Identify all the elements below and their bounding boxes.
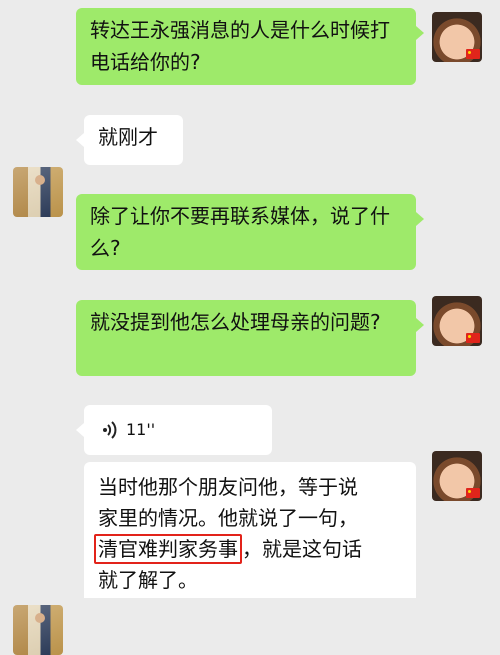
voice-message-bubble[interactable]: 11'' [76, 405, 272, 455]
message-line: 清官难判家务事 ，就是这句话 [94, 534, 402, 565]
message-line: 当时他那个朋友问他，等于说 [98, 475, 358, 499]
china-flag-icon [466, 488, 480, 498]
message-bubble-sent[interactable]: 就没提到他怎么处理母亲的问题? [76, 300, 424, 376]
sender-avatar[interactable] [432, 296, 482, 346]
china-flag-icon [466, 49, 480, 59]
highlighted-phrase: 清官难判家务事 [94, 534, 242, 564]
message-bubble-sent[interactable]: 除了让你不要再联系媒体，说了什么? [76, 194, 424, 270]
receiver-avatar[interactable] [13, 167, 63, 217]
message-bubble-sent[interactable]: 转达王永强消息的人是什么时候打电话给你的? [76, 8, 424, 85]
chat-window: 转达王永强消息的人是什么时候打电话给你的? 就刚才 除了让你不要再联系媒体，说了… [0, 0, 500, 655]
message-line: 家里的情况。他就说了一句， [98, 506, 358, 530]
message-line-continuation: ，就是这句话 [242, 537, 362, 561]
voice-duration: 11'' [126, 420, 156, 439]
message-text: 转达王永强消息的人是什么时候打电话给你的? [90, 18, 390, 74]
message-text: 除了让你不要再联系媒体，说了什么? [90, 204, 390, 260]
sender-avatar[interactable] [432, 12, 482, 62]
china-flag-icon [466, 333, 480, 343]
voice-wave-icon [102, 421, 118, 439]
sender-avatar[interactable] [432, 451, 482, 501]
message-text: 就刚才 [98, 125, 158, 149]
message-line: 就了解了。 [98, 568, 198, 592]
message-bubble-received[interactable]: 就刚才 [76, 115, 183, 165]
message-text: 就没提到他怎么处理母亲的问题? [90, 310, 381, 334]
message-bubble-received[interactable]: 当时他那个朋友问他，等于说 家里的情况。他就说了一句， 清官难判家务事 ，就是这句… [84, 462, 416, 598]
receiver-avatar[interactable] [13, 605, 63, 655]
